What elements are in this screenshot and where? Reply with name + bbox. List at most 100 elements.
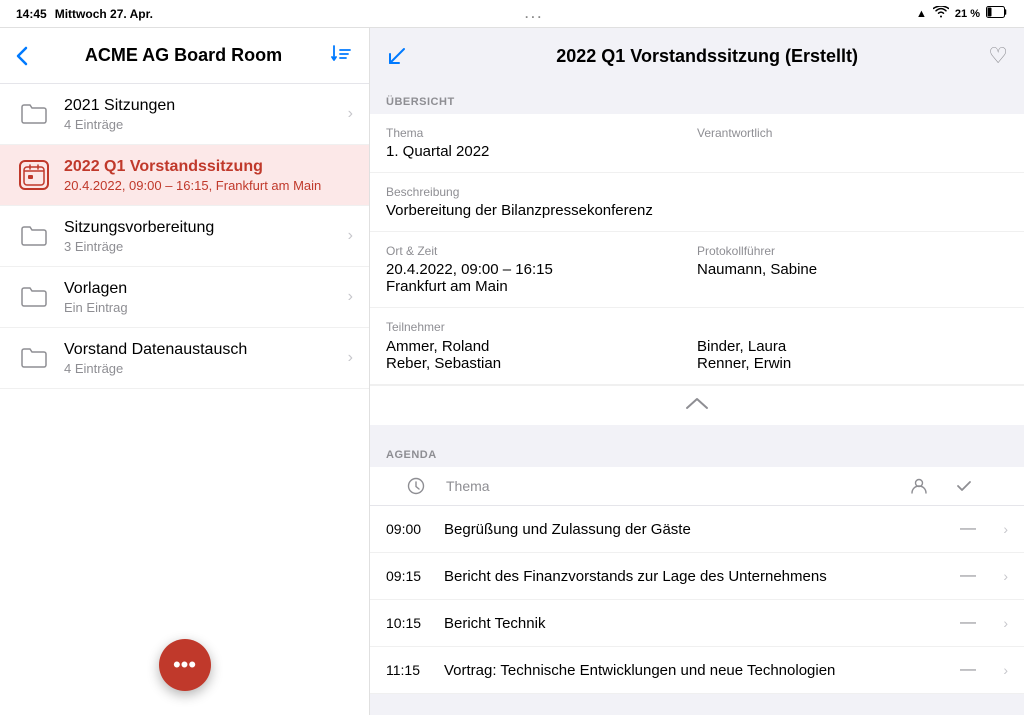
agenda-header-row: Thema <box>370 467 1024 506</box>
right-panel: 2022 Q1 Vorstandssitzung (Erstellt) ♡ ÜB… <box>370 28 1024 715</box>
agenda-title-2: Bericht des Finanzvorstands zur Lage des… <box>436 568 948 585</box>
agenda-time-3: 10:15 <box>386 615 436 631</box>
list-item-subtitle: 3 Einträge <box>64 239 348 254</box>
thema-label: Thema <box>386 126 697 140</box>
left-list: 2021 Sitzungen 4 Einträge › <box>0 84 369 715</box>
status-bar-right: ▲ 21 % <box>916 6 1008 21</box>
list-item-content: Sitzungsvorbereitung 3 Einträge <box>64 219 348 254</box>
agenda-item-1[interactable]: 09:00 Begrüßung und Zulassung der Gäste … <box>370 506 1024 553</box>
agenda-time-1: 09:00 <box>386 521 436 537</box>
list-item[interactable]: Vorlagen Ein Eintrag › <box>0 267 369 328</box>
app-container: ACME AG Board Room 2021 Si <box>0 28 1024 715</box>
left-panel-title: ACME AG Board Room <box>36 45 331 66</box>
signal-icon: ▲ <box>916 8 927 20</box>
list-item-title: Vorstand Datenaustausch <box>64 341 348 359</box>
list-item-content-active: 2022 Q1 Vorstandssitzung 20.4.2022, 09:0… <box>64 158 353 193</box>
beschreibung-label: Beschreibung <box>386 185 1008 199</box>
battery-status: 21 % <box>955 8 980 20</box>
agenda-header-person-icon <box>894 477 944 495</box>
agenda-item-3[interactable]: 10:15 Bericht Technik — › <box>370 600 1024 647</box>
agenda-item-2[interactable]: 09:15 Bericht des Finanzvorstands zur La… <box>370 553 1024 600</box>
folder-icon <box>16 96 52 132</box>
protokollfuehrer-value: Naumann, Sabine <box>697 261 1008 278</box>
beschreibung-value: Vorbereitung der Bilanzpressekonferenz <box>386 202 1008 219</box>
list-item-title: Vorlagen <box>64 280 348 298</box>
overview-row-ort: Ort & Zeit 20.4.2022, 09:00 – 16:15 Fran… <box>370 232 1024 308</box>
verantwortlich-label: Verantwortlich <box>697 126 1008 140</box>
ort-zeit-value2: Frankfurt am Main <box>386 278 697 295</box>
folder-icon <box>16 218 52 254</box>
list-item-subtitle: Ein Eintrag <box>64 300 348 315</box>
list-item[interactable]: 2021 Sitzungen 4 Einträge › <box>0 84 369 145</box>
agenda-chevron-2: › <box>988 568 1008 584</box>
chevron-right-icon: › <box>348 349 353 367</box>
list-item-subtitle: 4 Einträge <box>64 117 348 132</box>
agenda-item-4[interactable]: 11:15 Vortrag: Technische Entwicklungen … <box>370 647 1024 694</box>
overview-card: Thema 1. Quartal 2022 Verantwortlich Bes… <box>370 114 1024 425</box>
agenda-header-check-icon <box>944 480 984 492</box>
overview-row-thema: Thema 1. Quartal 2022 Verantwortlich <box>370 114 1024 173</box>
chevron-right-icon: › <box>348 288 353 306</box>
agenda-time-2: 09:15 <box>386 568 436 584</box>
chevron-right-icon: › <box>348 105 353 123</box>
collapse-button[interactable] <box>370 385 1024 425</box>
right-panel-title: 2022 Q1 Vorstandssitzung (Erstellt) <box>426 46 988 67</box>
folder-icon <box>16 279 52 315</box>
battery-icon <box>986 6 1008 21</box>
status-date: Mittwoch 27. Apr. <box>55 7 153 21</box>
teilnehmer-2-col1: Reber, Sebastian <box>386 355 697 372</box>
overview-row-beschreibung: Beschreibung Vorbereitung der Bilanzpres… <box>370 173 1024 232</box>
status-bar-left: 14:45 Mittwoch 27. Apr. <box>16 7 153 21</box>
teilnehmer-label: Teilnehmer <box>386 320 1008 334</box>
protokollfuehrer-label: Protokollführer <box>697 244 1008 258</box>
list-item-title-active: 2022 Q1 Vorstandssitzung <box>64 158 353 176</box>
list-item-title: 2021 Sitzungen <box>64 97 348 115</box>
agenda-chevron-3: › <box>988 615 1008 631</box>
left-header: ACME AG Board Room <box>0 28 369 84</box>
agenda-title-3: Bericht Technik <box>436 615 948 632</box>
right-content: ÜBERSICHT Thema 1. Quartal 2022 Verantwo… <box>370 84 1024 715</box>
teilnehmer-2-col2: Renner, Erwin <box>697 355 1008 372</box>
agenda-section-label: AGENDA <box>370 437 1024 467</box>
heart-icon[interactable]: ♡ <box>988 43 1008 69</box>
agenda-chevron-1: › <box>988 521 1008 537</box>
teilnehmer-1-col1: Ammer, Roland <box>386 338 697 355</box>
thema-value: 1. Quartal 2022 <box>386 143 697 160</box>
agenda-chevron-4: › <box>988 662 1008 678</box>
agenda-header-clock-icon <box>386 477 446 495</box>
agenda-dash-1: — <box>948 520 988 538</box>
status-dots: ... <box>525 7 544 21</box>
agenda-header-thema: Thema <box>446 478 894 494</box>
status-bar: 14:45 Mittwoch 27. Apr. ... ▲ 21 % <box>0 0 1024 28</box>
list-item-content: 2021 Sitzungen 4 Einträge <box>64 97 348 132</box>
list-item-title: Sitzungsvorbereitung <box>64 219 348 237</box>
diagonal-arrow-icon[interactable] <box>386 45 426 67</box>
list-item[interactable]: Vorstand Datenaustausch 4 Einträge › <box>0 328 369 389</box>
ort-zeit-label: Ort & Zeit <box>386 244 697 258</box>
list-item-active[interactable]: 2022 Q1 Vorstandssitzung 20.4.2022, 09:0… <box>0 145 369 206</box>
wifi-icon <box>933 6 949 21</box>
agenda-title-4: Vortrag: Technische Entwicklungen und ne… <box>436 662 948 679</box>
teilnehmer-1-col2: Binder, Laura <box>697 338 1008 355</box>
overview-section-label: ÜBERSICHT <box>370 84 1024 114</box>
agenda-title-1: Begrüßung und Zulassung der Gäste <box>436 521 948 538</box>
list-item-content: Vorstand Datenaustausch 4 Einträge <box>64 341 348 376</box>
sort-button[interactable] <box>331 44 353 67</box>
list-item[interactable]: Sitzungsvorbereitung 3 Einträge › <box>0 206 369 267</box>
folder-icon <box>16 340 52 376</box>
agenda-dash-3: — <box>948 614 988 632</box>
agenda-dash-4: — <box>948 661 988 679</box>
fab-button[interactable]: ••• <box>159 639 211 691</box>
chevron-right-icon: › <box>348 227 353 245</box>
back-button[interactable] <box>16 46 28 66</box>
agenda-dash-2: — <box>948 567 988 585</box>
status-time: 14:45 <box>16 7 47 21</box>
agenda-card: Thema 09:0 <box>370 467 1024 694</box>
list-item-subtitle: 4 Einträge <box>64 361 348 376</box>
list-item-subtitle-active: 20.4.2022, 09:00 – 16:15, Frankfurt am M… <box>64 178 353 193</box>
agenda-time-4: 11:15 <box>386 662 436 678</box>
left-panel: ACME AG Board Room 2021 Si <box>0 28 370 715</box>
list-item-content: Vorlagen Ein Eintrag <box>64 280 348 315</box>
overview-row-teilnehmer: Teilnehmer Ammer, Roland Reber, Sebastia… <box>370 308 1024 385</box>
calendar-icon <box>16 157 52 193</box>
